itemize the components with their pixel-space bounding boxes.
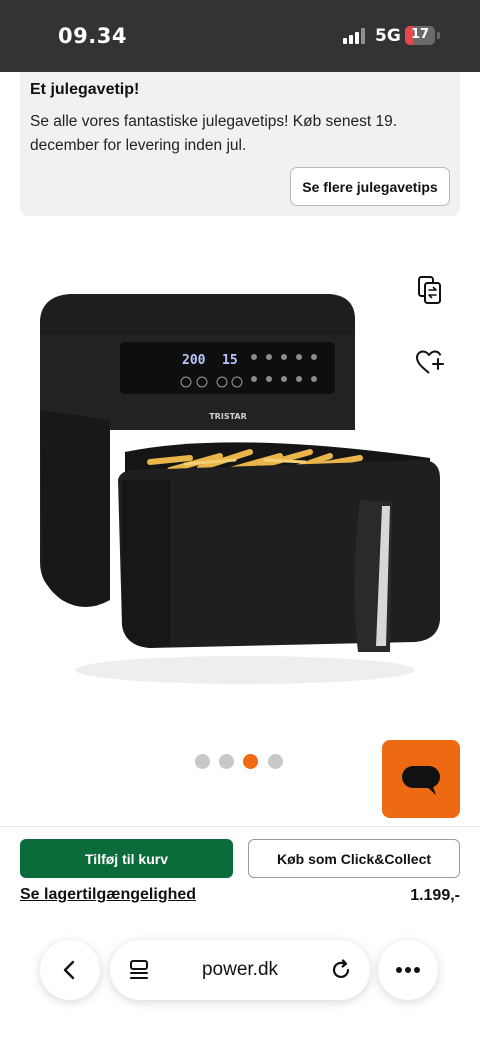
stock-availability-link[interactable]: Se lagertilgængelighed — [20, 886, 196, 904]
signal-icon — [343, 28, 367, 44]
add-to-cart-button[interactable]: Tilføj til kurv — [20, 839, 233, 878]
status-bar: 09.34 5G 17 — [0, 0, 480, 72]
chat-button[interactable] — [382, 740, 460, 818]
network-label: 5G — [375, 26, 401, 46]
gift-tips-button[interactable]: Se flere julegavetips — [290, 167, 450, 206]
battery-tip — [437, 32, 440, 39]
reload-icon[interactable] — [330, 959, 352, 981]
click-collect-button[interactable]: Køb som Click&Collect — [248, 839, 460, 878]
carousel-dot-active[interactable] — [243, 754, 258, 769]
display-temp: 200 — [182, 353, 206, 368]
chevron-left-icon — [63, 960, 75, 980]
buy-bar: Tilføj til kurv Køb som Click&Collect Se… — [0, 826, 480, 1041]
air-fryer-image[interactable]: 200 15 TRISTAR — [30, 280, 450, 700]
display-time: 15 — [222, 353, 238, 368]
battery-level: 17 — [410, 27, 430, 42]
status-time: 09.34 — [58, 24, 127, 48]
more-button[interactable] — [378, 940, 438, 1000]
promo-banner: Et julegavetip! Se alle vores fantastisk… — [20, 72, 460, 216]
product-price: 1.199,- — [410, 887, 460, 904]
address-bar[interactable]: power.dk — [110, 940, 370, 1000]
carousel-dot[interactable] — [219, 754, 234, 769]
brand-logo: TRISTAR — [209, 412, 247, 421]
battery-icon: 17 — [405, 26, 435, 45]
chat-bubble-icon — [402, 766, 440, 795]
back-button[interactable] — [40, 940, 100, 1000]
more-dots-icon — [396, 967, 420, 973]
carousel-dot[interactable] — [268, 754, 283, 769]
promo-title: Et julegavetip! — [30, 81, 140, 98]
carousel-dot[interactable] — [195, 754, 210, 769]
promo-text: Se alle vores fantastiske julegavetips! … — [30, 113, 398, 154]
